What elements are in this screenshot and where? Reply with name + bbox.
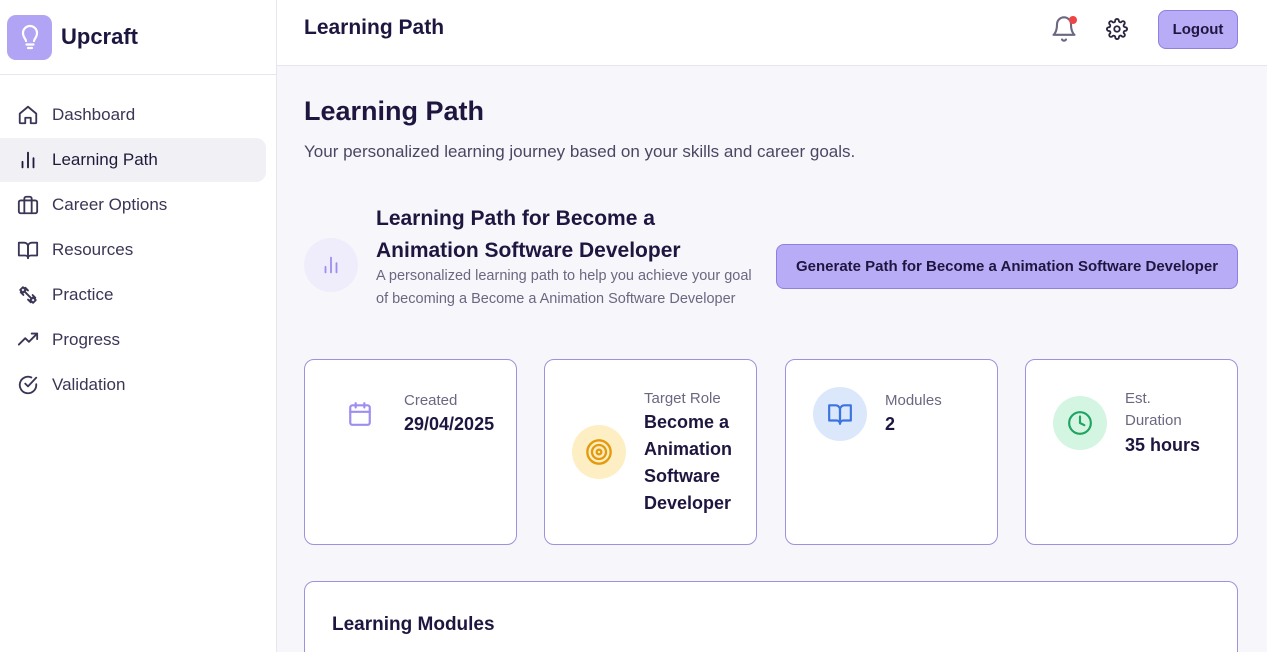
stat-label: Modules xyxy=(885,392,942,409)
main-content: Learning Path Your personalized learning… xyxy=(277,66,1267,652)
stat-card-target-role: Target Role Become a Animation Software … xyxy=(544,359,757,545)
sidebar-item-validation[interactable]: Validation xyxy=(0,363,266,407)
stat-card-duration: Est. Duration 35 hours xyxy=(1025,359,1238,545)
sidebar-item-practice[interactable]: Practice xyxy=(0,273,266,317)
stat-value: 29/04/2025 xyxy=(404,414,495,434)
settings-button[interactable] xyxy=(1106,18,1128,40)
sidebar-item-career-options[interactable]: Career Options xyxy=(0,183,266,227)
sidebar-item-label: Practice xyxy=(52,285,114,304)
briefcase-icon xyxy=(16,193,40,217)
calendar-icon xyxy=(333,387,387,441)
sidebar-item-label: Dashboard xyxy=(52,105,136,124)
sidebar: Upcraft Dashboard Learning Path Career O… xyxy=(0,0,277,652)
stat-label: Target Role xyxy=(644,390,721,407)
sidebar-item-progress[interactable]: Progress xyxy=(0,318,266,362)
stat-card-modules: Modules 2 xyxy=(785,359,998,545)
stat-card-created: Created 29/04/2025 xyxy=(304,359,517,545)
sidebar-nav: Dashboard Learning Path Career Options R… xyxy=(0,75,276,407)
brand-name: Upcraft xyxy=(61,24,139,49)
sidebar-item-resources[interactable]: Resources xyxy=(0,228,266,272)
path-description: A personalized learning path to help you… xyxy=(376,268,752,307)
lightbulb-icon xyxy=(7,14,52,60)
book-open-icon xyxy=(813,387,867,441)
sidebar-item-label: Career Options xyxy=(52,195,168,214)
stat-value: 35 hours xyxy=(1125,435,1201,455)
generate-path-button[interactable]: Generate Path for Become a Animation Sof… xyxy=(776,244,1238,289)
sidebar-item-label: Resources xyxy=(52,240,134,259)
home-icon xyxy=(16,103,40,127)
learning-modules-card: Learning Modules xyxy=(304,581,1238,652)
clock-icon xyxy=(1053,396,1107,450)
target-icon xyxy=(572,425,626,479)
learning-modules-title: Learning Modules xyxy=(332,614,495,635)
header-title: Learning Path xyxy=(304,16,445,39)
book-open-icon xyxy=(16,238,40,262)
sidebar-item-label: Progress xyxy=(52,330,121,349)
stat-value: 2 xyxy=(885,414,896,434)
bar-chart-icon xyxy=(16,148,40,172)
notification-dot xyxy=(1069,16,1077,24)
sidebar-item-label: Validation xyxy=(52,375,126,394)
gear-icon xyxy=(1106,18,1128,40)
brand[interactable]: Upcraft xyxy=(0,0,276,75)
sidebar-item-dashboard[interactable]: Dashboard xyxy=(0,93,266,137)
logout-button[interactable]: Logout xyxy=(1158,10,1238,49)
sidebar-item-label: Learning Path xyxy=(52,150,158,169)
trending-up-icon xyxy=(16,328,40,352)
sidebar-item-learning-path[interactable]: Learning Path xyxy=(0,138,266,182)
stat-label: Est. Duration xyxy=(1125,390,1182,429)
bar-chart-icon xyxy=(304,238,358,292)
stat-value: Become a Animation Software Developer xyxy=(644,412,732,513)
page-title: Learning Path xyxy=(304,96,485,126)
dumbbell-icon xyxy=(16,283,40,307)
notification-button[interactable] xyxy=(1050,15,1078,43)
check-circle-icon xyxy=(16,373,40,397)
top-header: Learning Path Logout xyxy=(277,0,1267,66)
path-title: Learning Path for Become a Animation Sof… xyxy=(376,207,681,262)
stat-label: Created xyxy=(404,392,458,409)
page-subtitle: Your personalized learning journey based… xyxy=(304,142,856,161)
app: Upcraft Dashboard Learning Path Career O… xyxy=(0,0,1267,652)
